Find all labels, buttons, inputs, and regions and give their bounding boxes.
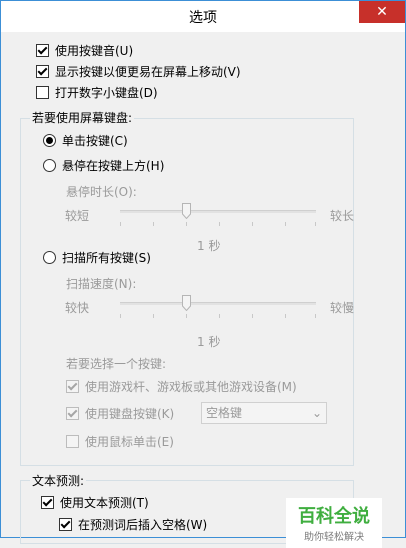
insert-space-checkbox[interactable]: 在预测词后插入空格(W) — [59, 515, 207, 533]
close-icon[interactable]: ✕ — [376, 4, 388, 20]
numeric-keypad-label: 打开数字小键盘(D) — [55, 85, 158, 100]
radio-icon[interactable] — [43, 250, 56, 264]
slider-tick — [120, 314, 121, 318]
select-key-label: 若要选择一个按键: — [66, 357, 167, 371]
scan-speed-value: 1 秒 — [197, 335, 221, 349]
keyboard-key-label: 使用键盘按键(K) — [85, 406, 175, 421]
slider-tick — [186, 314, 187, 318]
slider-tick — [153, 222, 154, 226]
hover-slider-thumb[interactable] — [182, 203, 191, 219]
use-prediction-checkbox[interactable]: 使用文本预测(T) — [41, 493, 149, 511]
slider-tick — [252, 314, 253, 318]
slider-tick — [186, 222, 187, 226]
mouse-click-label: 使用鼠标单击(E) — [85, 434, 174, 449]
checkbox-icon[interactable] — [66, 406, 79, 420]
key-sound-label: 使用按键音(U) — [55, 43, 134, 58]
screen-keyboard-group-title: 若要使用屏幕键盘: — [30, 109, 135, 126]
show-keys-checkbox[interactable]: 显示按键以便更易在屏幕上移动(V) — [36, 62, 241, 80]
scan-slider-thumb[interactable] — [182, 295, 191, 311]
slider-tick — [285, 314, 286, 318]
click-keys-label: 单击按键(C) — [62, 133, 128, 148]
mouse-click-checkbox[interactable]: 使用鼠标单击(E) — [66, 432, 174, 450]
chevron-down-icon: ⌄ — [311, 406, 322, 420]
hover-duration-label: 悬停时长(O): — [66, 185, 137, 199]
joystick-checkbox[interactable]: 使用游戏杆、游戏板或其他游戏设备(M) — [66, 377, 297, 395]
hover-keys-label: 悬停在按键上方(H) — [62, 158, 165, 173]
slider-tick — [153, 314, 154, 318]
show-keys-label: 显示按键以便更易在屏幕上移动(V) — [55, 64, 241, 79]
watermark-logo: 百科全说 助你轻松解决 — [286, 498, 382, 548]
title-bar: 选项 ✕ — [1, 1, 405, 32]
use-prediction-label: 使用文本预测(T) — [60, 495, 149, 510]
insert-space-label: 在预测词后插入空格(W) — [78, 517, 208, 532]
radio-icon[interactable] — [43, 133, 56, 147]
click-keys-radio[interactable]: 单击按键(C) — [43, 131, 128, 149]
close-button[interactable]: ✕ — [359, 1, 405, 23]
dialog-content: 使用按键音(U) 显示按键以便更易在屏幕上移动(V) 打开数字小键盘(D) 若要… — [8, 32, 397, 548]
keyboard-key-select[interactable]: 空格键 ⌄ — [201, 402, 327, 424]
scan-slow-label: 较慢 — [330, 301, 355, 315]
dialog-title: 选项 — [189, 10, 217, 26]
slider-tick — [315, 222, 316, 226]
checkbox-icon[interactable] — [59, 517, 72, 531]
slider-tick — [315, 314, 316, 318]
watermark-subtitle: 助你轻松解决 — [304, 532, 364, 543]
hover-long-label: 较长 — [330, 209, 355, 223]
hover-short-label: 较短 — [65, 209, 90, 223]
checkbox-icon[interactable] — [36, 43, 49, 57]
checkbox-icon[interactable] — [66, 434, 79, 448]
scan-speed-label: 扫描速度(N): — [66, 277, 137, 291]
scan-fast-label: 较快 — [65, 301, 90, 315]
slider-tick — [252, 222, 253, 226]
options-dialog: 选项 ✕ 使用按键音(U) 显示按键以便更易在屏幕上移动(V) 打开数字小键盘(… — [0, 0, 406, 548]
hover-keys-radio[interactable]: 悬停在按键上方(H) — [43, 156, 164, 174]
scan-keys-label: 扫描所有按键(S) — [62, 250, 151, 265]
slider-tick — [285, 222, 286, 226]
slider-tick — [219, 314, 220, 318]
scan-keys-radio[interactable]: 扫描所有按键(S) — [43, 248, 151, 266]
checkbox-icon[interactable] — [66, 379, 79, 393]
slider-tick — [120, 222, 121, 226]
slider-tick — [219, 222, 220, 226]
keyboard-key-select-value: 空格键 — [206, 406, 243, 420]
joystick-label: 使用游戏杆、游戏板或其他游戏设备(M) — [85, 379, 297, 394]
scan-speed-slider[interactable] — [120, 302, 316, 305]
checkbox-icon[interactable] — [36, 85, 49, 99]
radio-icon[interactable] — [43, 158, 56, 172]
watermark-title: 百科全说 — [298, 506, 370, 527]
checkbox-icon[interactable] — [41, 495, 54, 509]
numeric-keypad-checkbox[interactable]: 打开数字小键盘(D) — [36, 83, 158, 101]
checkbox-icon[interactable] — [36, 64, 49, 78]
hover-duration-slider[interactable] — [120, 210, 316, 213]
key-sound-checkbox[interactable]: 使用按键音(U) — [36, 41, 133, 59]
text-prediction-group-title: 文本预测: — [30, 472, 87, 489]
keyboard-key-checkbox[interactable]: 使用键盘按键(K) — [66, 404, 174, 422]
hover-duration-value: 1 秒 — [197, 239, 221, 253]
